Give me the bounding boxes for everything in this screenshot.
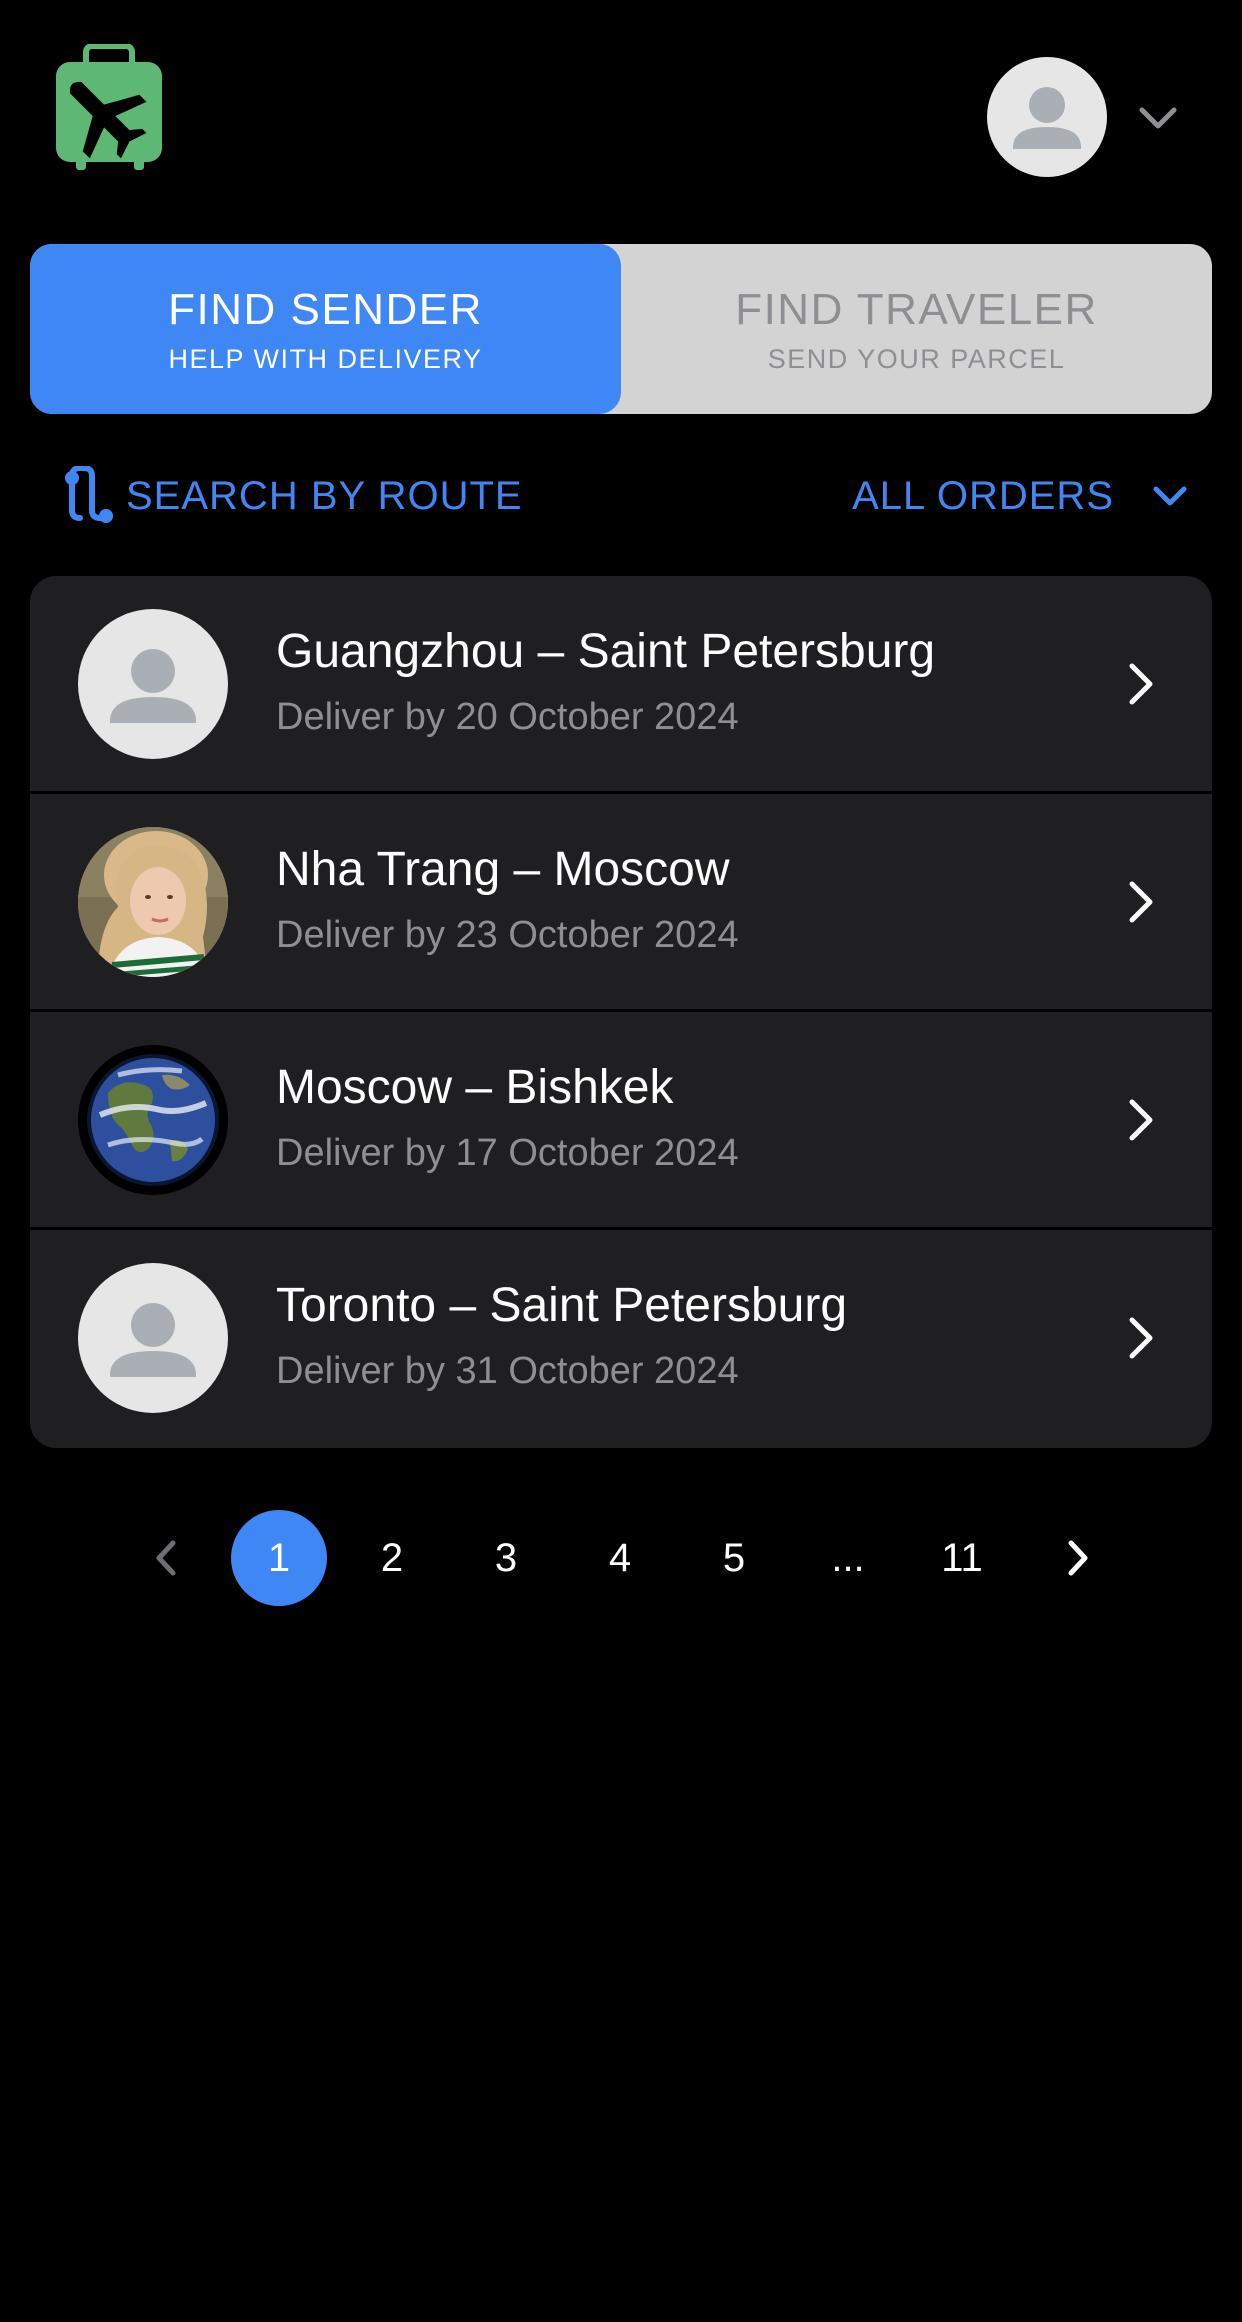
tab-find-sender[interactable]: FIND SENDER HELP WITH DELIVERY [30, 244, 621, 414]
order-date: Deliver by 20 October 2024 [276, 696, 739, 738]
order-route: Guangzhou – Saint Petersburg [276, 625, 936, 678]
all-orders-dropdown[interactable]: ALL ORDERS [852, 466, 1188, 526]
list-item[interactable]: Toronto – Saint Petersburg Deliver by 31… [30, 1230, 1212, 1448]
earth-globe-avatar [78, 1045, 228, 1195]
order-date: Deliver by 31 October 2024 [276, 1350, 739, 1392]
chevron-right-icon [1068, 1540, 1088, 1576]
chevron-left-icon [156, 1540, 176, 1576]
user-avatar-icon [1013, 87, 1081, 149]
default-user-avatar [78, 609, 228, 759]
chevron-down-icon[interactable] [1138, 100, 1178, 136]
tab-title: FIND SENDER [168, 284, 483, 334]
default-user-avatar [78, 1263, 228, 1413]
page-5-button[interactable]: 5 [686, 1510, 782, 1606]
order-route: Moscow – Bishkek [276, 1061, 674, 1114]
page-11-button[interactable]: 11 [914, 1510, 1010, 1606]
page-ellipsis: ... [831, 1535, 865, 1580]
list-item[interactable]: Guangzhou – Saint Petersburg Deliver by … [30, 576, 1212, 794]
app-screen: FIND SENDER HELP WITH DELIVERY FIND TRAV… [0, 0, 1242, 2322]
order-date: Deliver by 23 October 2024 [276, 914, 739, 956]
chevron-right-icon [1129, 1099, 1153, 1141]
list-item[interactable]: Nha Trang – Moscow Deliver by 23 October… [30, 794, 1212, 1012]
chevron-right-icon [1129, 1317, 1153, 1359]
pagination: 1 2 3 4 5 ... 11 [0, 1510, 1242, 1606]
tab-find-traveler[interactable]: FIND TRAVELER SEND YOUR PARCEL [621, 244, 1212, 414]
prev-page-button[interactable] [118, 1510, 214, 1606]
route-icon [65, 466, 113, 523]
search-by-route-button[interactable]: SEARCH BY ROUTE [60, 466, 523, 526]
mode-toggle: FIND SENDER HELP WITH DELIVERY FIND TRAV… [30, 244, 1212, 414]
tab-title: FIND TRAVELER [735, 284, 1098, 334]
order-route: Toronto – Saint Petersburg [276, 1279, 848, 1332]
page-3-button[interactable]: 3 [458, 1510, 554, 1606]
page-2-button[interactable]: 2 [344, 1510, 440, 1606]
all-orders-label: ALL ORDERS [852, 473, 1114, 518]
search-by-route-label: SEARCH BY ROUTE [126, 473, 523, 518]
profile-avatar[interactable] [987, 57, 1107, 177]
page-1-button[interactable]: 1 [231, 1510, 327, 1606]
chevron-right-icon [1129, 881, 1153, 923]
order-date: Deliver by 17 October 2024 [276, 1132, 739, 1174]
orders-list: Guangzhou – Saint Petersburg Deliver by … [30, 576, 1212, 1448]
next-page-button[interactable] [1030, 1510, 1126, 1606]
tab-subtitle: SEND YOUR PARCEL [767, 343, 1066, 374]
user-photo-avatar [78, 827, 228, 977]
order-route: Nha Trang – Moscow [276, 843, 730, 896]
chevron-right-icon [1129, 663, 1153, 705]
luggage-airplane-icon[interactable] [56, 43, 162, 170]
list-item[interactable]: Moscow – Bishkek Deliver by 17 October 2… [30, 1012, 1212, 1230]
tab-subtitle: HELP WITH DELIVERY [168, 343, 483, 374]
chevron-down-icon [1153, 486, 1187, 506]
page-4-button[interactable]: 4 [572, 1510, 668, 1606]
